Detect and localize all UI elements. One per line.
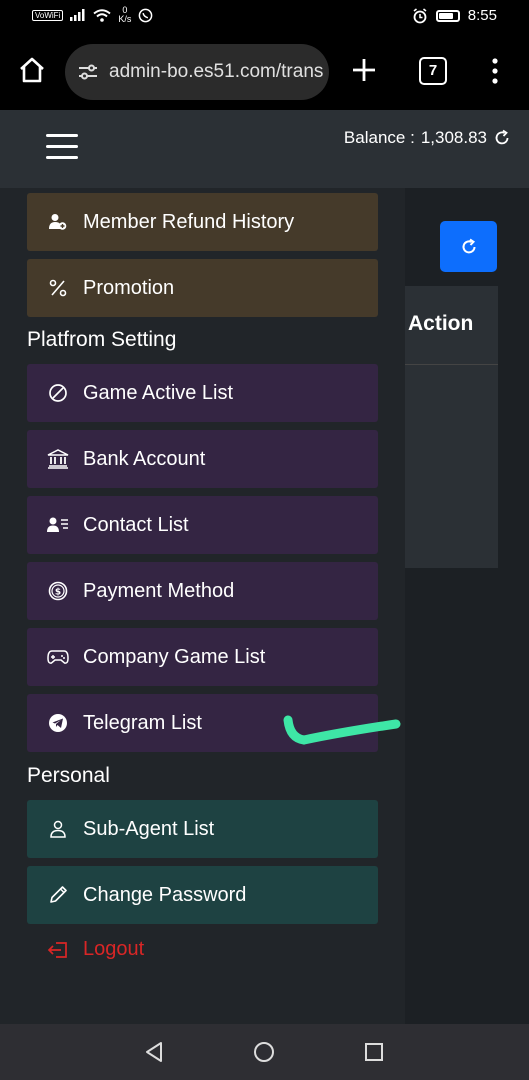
app-header: Balance : 1,308.83	[0, 110, 529, 188]
sidebar-item-promotion[interactable]: Promotion	[27, 259, 378, 317]
refresh-icon	[462, 238, 475, 253]
sidebar-item-label: Sub-Agent List	[83, 817, 215, 840]
sidebar-item-sub-agent-list[interactable]: Sub-Agent List	[27, 800, 378, 858]
table-divider	[398, 364, 498, 365]
tab-switcher-button[interactable]: 7	[419, 57, 447, 85]
alarm-icon	[413, 7, 427, 23]
sidebar-item-label: Contact List	[83, 513, 189, 536]
sidebar-item-game-active-list[interactable]: Game Active List	[27, 364, 378, 422]
balance-label: Balance :	[343, 128, 415, 147]
site-settings-icon[interactable]	[77, 61, 99, 83]
speed-unit: K/s	[118, 14, 132, 24]
status-left: VoWiFi 0 K/s	[32, 6, 153, 24]
home-circle-icon[interactable]	[252, 1040, 276, 1064]
sidebar-item-label: Telegram List	[83, 711, 202, 734]
dollar-coin-icon: $	[47, 580, 69, 602]
new-tab-icon[interactable]	[350, 56, 378, 84]
browser-toolbar: admin-bo.es51.com/trans 7	[0, 34, 529, 110]
status-right: 8:55	[412, 7, 497, 24]
sidebar-item-label: Company Game List	[83, 645, 266, 668]
status-bar: VoWiFi 0 K/s 8:55	[0, 0, 529, 34]
system-nav-bar	[0, 1024, 529, 1080]
battery-level	[438, 12, 453, 19]
sidebar: Member Refund History Promotion Platfrom…	[0, 188, 405, 1024]
network-speed: 0 K/s	[118, 6, 131, 24]
sidebar-item-contact-list[interactable]: Contact List	[27, 496, 378, 554]
sidebar-item-company-game-list[interactable]: Company Game List	[27, 628, 378, 686]
logout-link[interactable]: Logout	[47, 938, 144, 961]
more-options-icon[interactable]	[490, 56, 500, 86]
hamburger-menu-icon[interactable]	[46, 134, 78, 160]
wifi-icon	[93, 8, 111, 22]
clock: 8:55	[467, 7, 497, 24]
url-text: admin-bo.es51.com/trans	[109, 61, 324, 82]
sidebar-item-payment-method[interactable]: $ Payment Method	[27, 562, 378, 620]
action-column-header: Action	[408, 312, 474, 335]
sidebar-item-label: Member Refund History	[83, 210, 295, 233]
battery-icon	[435, 9, 460, 22]
telegram-icon	[47, 712, 69, 734]
balance-value: 1,308.83	[420, 128, 487, 147]
user-plus-icon	[47, 211, 69, 233]
reload-balance-icon[interactable]	[493, 129, 511, 147]
sidebar-item-member-refund-history[interactable]: Member Refund History	[27, 193, 378, 251]
check-mark-scribble	[283, 715, 401, 745]
recents-icon[interactable]	[362, 1040, 386, 1064]
person-icon	[47, 818, 69, 840]
home-icon[interactable]	[17, 55, 47, 85]
percent-icon	[47, 277, 69, 299]
svg-text:$: $	[55, 588, 61, 598]
sidebar-item-bank-account[interactable]: Bank Account	[27, 430, 378, 488]
logout-icon	[47, 941, 67, 958]
sidebar-item-label: Payment Method	[83, 579, 235, 602]
gamepad-icon	[47, 646, 69, 668]
bank-icon	[47, 448, 69, 470]
sidebar-item-label: Change Password	[83, 883, 247, 906]
pencil-icon	[47, 884, 69, 906]
sidebar-item-label: Bank Account	[83, 447, 206, 470]
section-platform-setting: Platfrom Setting	[27, 328, 177, 351]
sidebar-item-label: Promotion	[83, 276, 175, 299]
logout-label: Logout	[83, 938, 145, 960]
section-personal: Personal	[27, 764, 110, 787]
vowifi-badge: VoWiFi	[32, 9, 64, 21]
signal-icon	[70, 9, 85, 21]
address-bar[interactable]: admin-bo.es51.com/trans	[65, 44, 329, 100]
contact-list-icon	[47, 514, 69, 536]
whatsapp-icon	[139, 8, 153, 22]
balance-display: Balance : 1,308.83	[344, 128, 511, 148]
circle-slash-icon	[47, 382, 69, 404]
sidebar-item-change-password[interactable]: Change Password	[27, 866, 378, 924]
back-icon[interactable]	[142, 1040, 166, 1064]
refresh-button[interactable]	[440, 221, 497, 272]
sidebar-item-label: Game Active List	[83, 381, 234, 404]
